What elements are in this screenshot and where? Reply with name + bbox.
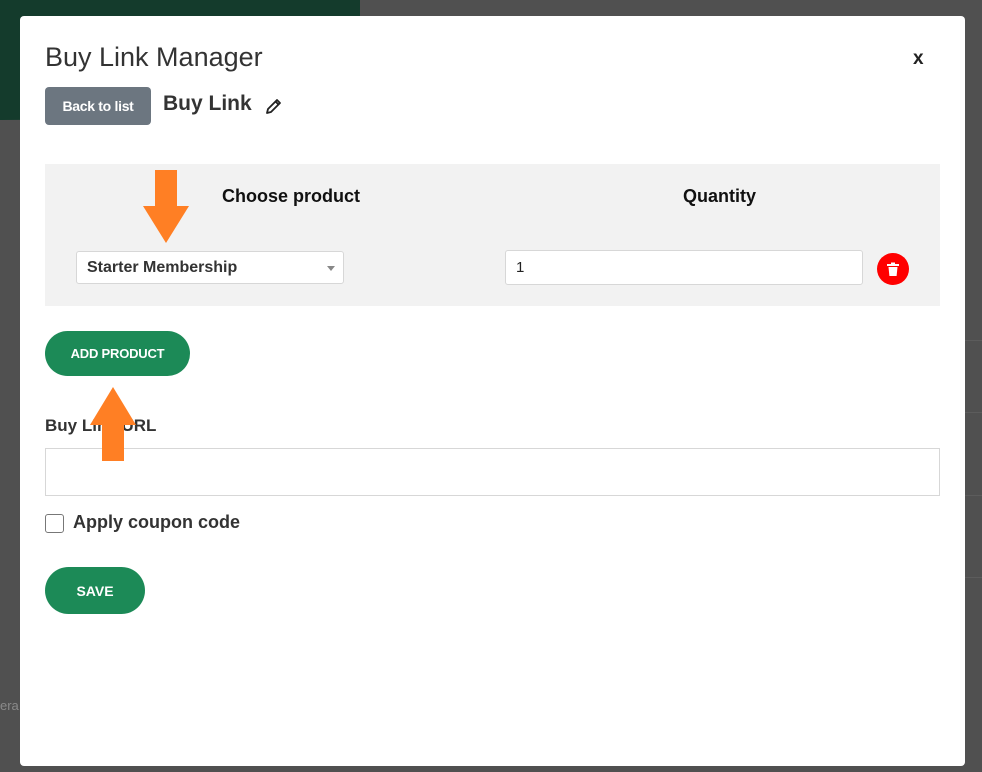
close-button[interactable]: x [913,48,924,70]
quantity-header: Quantity [683,186,757,206]
product-select[interactable]: Starter Membership [76,251,344,284]
back-to-list-button[interactable]: Back to list [45,87,151,125]
pencil-icon[interactable] [264,96,284,116]
chevron-down-icon [327,266,335,271]
arrow-up-annotation-icon [90,387,136,461]
delete-product-button[interactable] [877,253,909,285]
background-text-fragment: era [0,698,19,713]
buy-link-modal: Buy Link Manager x Back to list Buy Link… [20,16,965,766]
product-select-value: Starter Membership [87,258,238,276]
modal-title: Buy Link Manager [45,42,263,72]
buy-link-name: Buy Link [163,92,252,115]
arrow-down-annotation-icon [143,170,189,243]
choose-product-header: Choose product [222,186,360,206]
trash-icon [887,262,899,276]
save-button[interactable]: SAVE [45,567,145,614]
apply-coupon-label[interactable]: Apply coupon code [73,512,240,533]
add-product-button[interactable]: ADD PRODUCT [45,331,190,376]
buy-link-url-input[interactable] [45,448,940,496]
quantity-input[interactable]: 1 [505,250,863,285]
apply-coupon-checkbox[interactable] [45,514,64,533]
